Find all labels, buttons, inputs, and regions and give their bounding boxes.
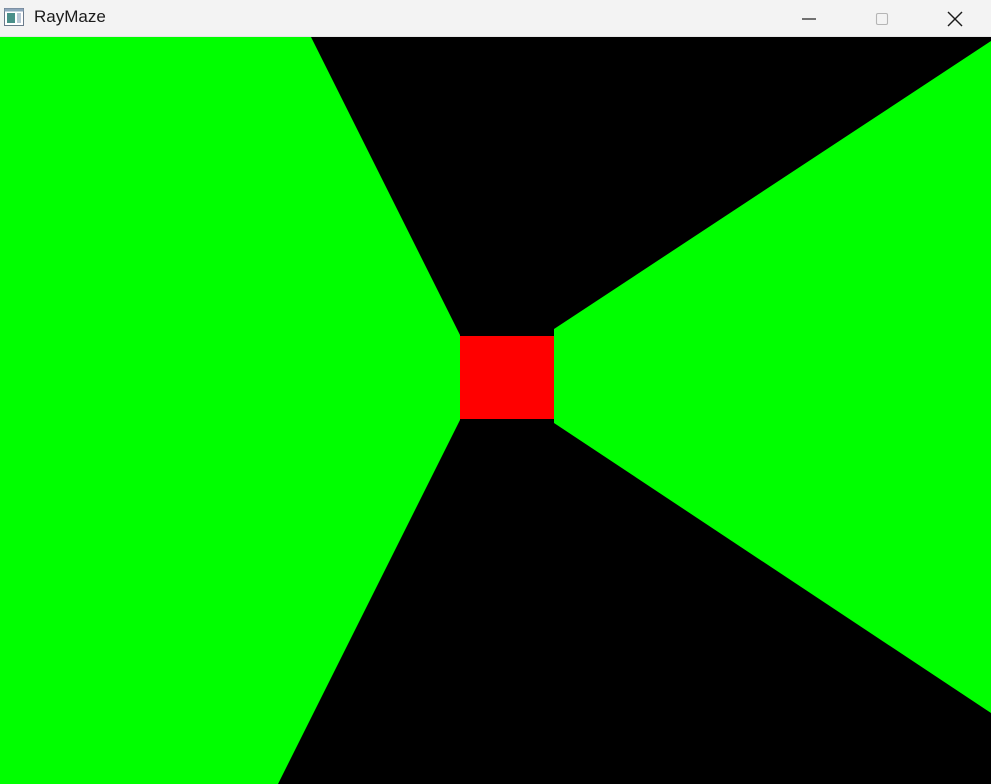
window-controls [772, 0, 991, 37]
maze-render [0, 37, 991, 784]
game-viewport[interactable] [0, 37, 991, 784]
window-title: RayMaze [34, 7, 106, 26]
app-window-icon [4, 8, 24, 26]
close-icon [947, 11, 962, 26]
maximize-icon [875, 12, 888, 25]
minimize-button[interactable] [772, 0, 845, 37]
minimize-icon [801, 17, 816, 20]
maximize-button[interactable] [845, 0, 918, 37]
title-bar[interactable]: RayMaze [0, 0, 991, 37]
maze-exit-target [460, 336, 554, 419]
close-button[interactable] [918, 0, 991, 37]
raymaze-window: RayMaze [0, 0, 991, 784]
